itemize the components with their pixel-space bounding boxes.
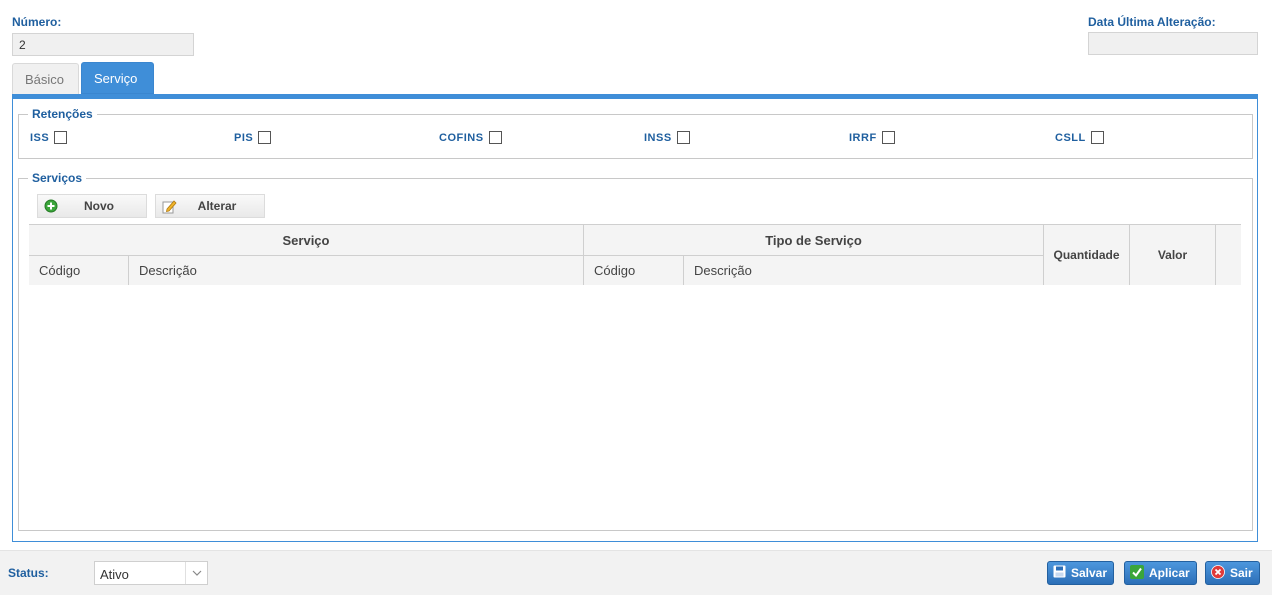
edit-icon: [162, 199, 177, 217]
chevron-down-icon: [185, 562, 207, 584]
retencao-pis-label: PIS: [234, 131, 254, 144]
col-descricao-servico[interactable]: Descrição: [129, 255, 584, 285]
numero-value: 2: [19, 38, 26, 52]
col-descricao-servico-label: Descrição: [139, 263, 197, 278]
col-scroll-spacer: [1216, 225, 1241, 285]
status-value: Ativo: [100, 567, 129, 582]
cofins-checkbox[interactable]: [488, 131, 502, 144]
aplicar-button[interactable]: Aplicar: [1124, 561, 1197, 585]
col-codigo-tipo-label: Código: [594, 263, 636, 278]
tab-basico[interactable]: Básico: [12, 63, 79, 94]
irrf-checkbox[interactable]: [881, 131, 895, 144]
iss-checkbox[interactable]: [54, 131, 68, 144]
retencao-irrf-label: IRRF: [849, 131, 877, 144]
status-label: Status:: [8, 566, 49, 580]
servicos-table: Serviço Tipo de Serviço Código Descrição…: [29, 224, 1241, 285]
col-descricao-tipo-label: Descrição: [694, 263, 752, 278]
retencao-iss-label: ISS: [30, 131, 50, 144]
servicos-legend: Serviços: [28, 171, 87, 185]
header-group-servico-label: Serviço: [282, 232, 330, 248]
col-quantidade-label: Quantidade: [1053, 248, 1120, 262]
retencao-cofins-label: COFINS: [439, 131, 484, 144]
check-icon: [1130, 564, 1144, 582]
header-group-servico: Serviço: [29, 225, 584, 255]
status-select[interactable]: Ativo: [94, 561, 208, 585]
retencao-pis[interactable]: PIS: [234, 131, 272, 144]
col-quantidade[interactable]: Quantidade: [1044, 225, 1130, 285]
save-icon: [1053, 565, 1066, 581]
header-group-tipo-label: Tipo de Serviço: [765, 232, 862, 248]
col-codigo-servico[interactable]: Código: [29, 255, 129, 285]
retencao-iss[interactable]: ISS: [30, 131, 68, 144]
col-descricao-tipo[interactable]: Descrição: [684, 255, 1044, 285]
add-icon: [44, 199, 58, 216]
salvar-button[interactable]: Salvar: [1047, 561, 1115, 585]
novo-button[interactable]: Novo: [37, 194, 147, 218]
csll-checkbox[interactable]: [1090, 131, 1104, 144]
col-valor-label: Valor: [1157, 248, 1188, 262]
form-panel: Número: 2 Data Última Alteração: Básico …: [0, 0, 1272, 551]
alterar-button[interactable]: Alterar: [155, 194, 265, 218]
numero-field[interactable]: 2: [12, 33, 194, 56]
tab-servico[interactable]: Serviço: [81, 62, 154, 94]
data-alteracao-field[interactable]: [1088, 32, 1258, 55]
retencao-csll[interactable]: CSLL: [1055, 131, 1104, 144]
aplicar-label: Aplicar: [1149, 566, 1190, 580]
retencao-inss-label: INSS: [644, 131, 672, 144]
col-codigo-tipo[interactable]: Código: [584, 255, 684, 285]
retencao-irrf[interactable]: IRRF: [849, 131, 895, 144]
header-group-tipo: Tipo de Serviço: [584, 225, 1044, 255]
retencao-cofins[interactable]: COFINS: [439, 131, 502, 144]
close-icon: [1211, 564, 1225, 582]
tab-content: Retenções ISS PIS COFINS INSS IRRF CSLL …: [12, 99, 1258, 542]
tab-basico-label: Básico: [25, 72, 65, 87]
servicos-fieldset: Serviços Novo Alterar Serviço Tipo de Se…: [18, 171, 1253, 531]
retencoes-fieldset: Retenções ISS PIS COFINS INSS IRRF CSLL: [18, 107, 1253, 159]
tab-servico-label: Serviço: [94, 71, 138, 86]
retencao-csll-label: CSLL: [1055, 131, 1086, 144]
sair-button[interactable]: Sair: [1205, 561, 1260, 585]
pis-checkbox[interactable]: [258, 131, 272, 144]
retencoes-legend: Retenções: [28, 107, 97, 121]
inss-checkbox[interactable]: [676, 131, 690, 144]
col-valor[interactable]: Valor: [1130, 225, 1216, 285]
salvar-label: Salvar: [1071, 566, 1108, 580]
data-alteracao-label: Data Última Alteração:: [1088, 15, 1216, 29]
col-codigo-servico-label: Código: [39, 263, 81, 278]
numero-label: Número:: [12, 15, 62, 29]
retencao-inss[interactable]: INSS: [644, 131, 690, 144]
sair-label: Sair: [1230, 566, 1253, 580]
